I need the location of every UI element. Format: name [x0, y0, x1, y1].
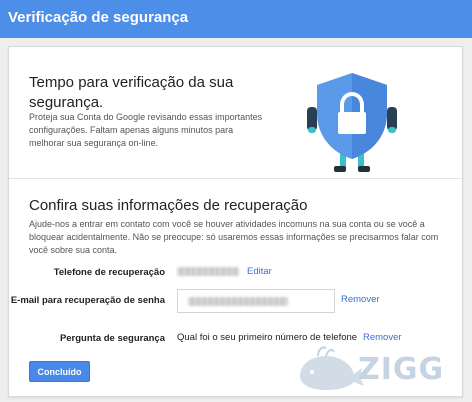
top-bar: Verificação de segurança — [0, 0, 472, 38]
done-button[interactable]: Concluído — [29, 361, 90, 382]
section-divider — [9, 178, 462, 179]
recovery-phone-value-blurred — [177, 267, 239, 276]
recovery-email-field[interactable] — [177, 289, 335, 313]
security-question-label: Pergunta de segurança — [59, 333, 165, 344]
page-title: Verificação de segurança — [8, 9, 189, 26]
recovery-email-value-blurred — [188, 297, 288, 306]
recovery-description: Ajude-nos a entrar em contato com você s… — [29, 219, 439, 255]
watermark-text: ZIGG — [358, 352, 445, 387]
remove-question-link[interactable]: Remover — [363, 332, 402, 343]
shield-lock-icon — [307, 69, 397, 173]
recovery-title: Confira suas informações de recuperação — [29, 197, 308, 214]
recovery-email-label: E-mail para recuperação de senha — [10, 295, 165, 306]
intro-title: Tempo para verificação da sua segurança. — [29, 74, 234, 111]
recovery-phone-label: Telefone de recuperação — [53, 267, 165, 278]
remove-email-link[interactable]: Remover — [341, 294, 380, 305]
intro-description: Proteja sua Conta do Google revisando es… — [29, 112, 263, 148]
security-question-value: Qual foi o seu primeiro número de telefo… — [177, 332, 358, 343]
edit-phone-link[interactable]: Editar — [247, 266, 272, 277]
